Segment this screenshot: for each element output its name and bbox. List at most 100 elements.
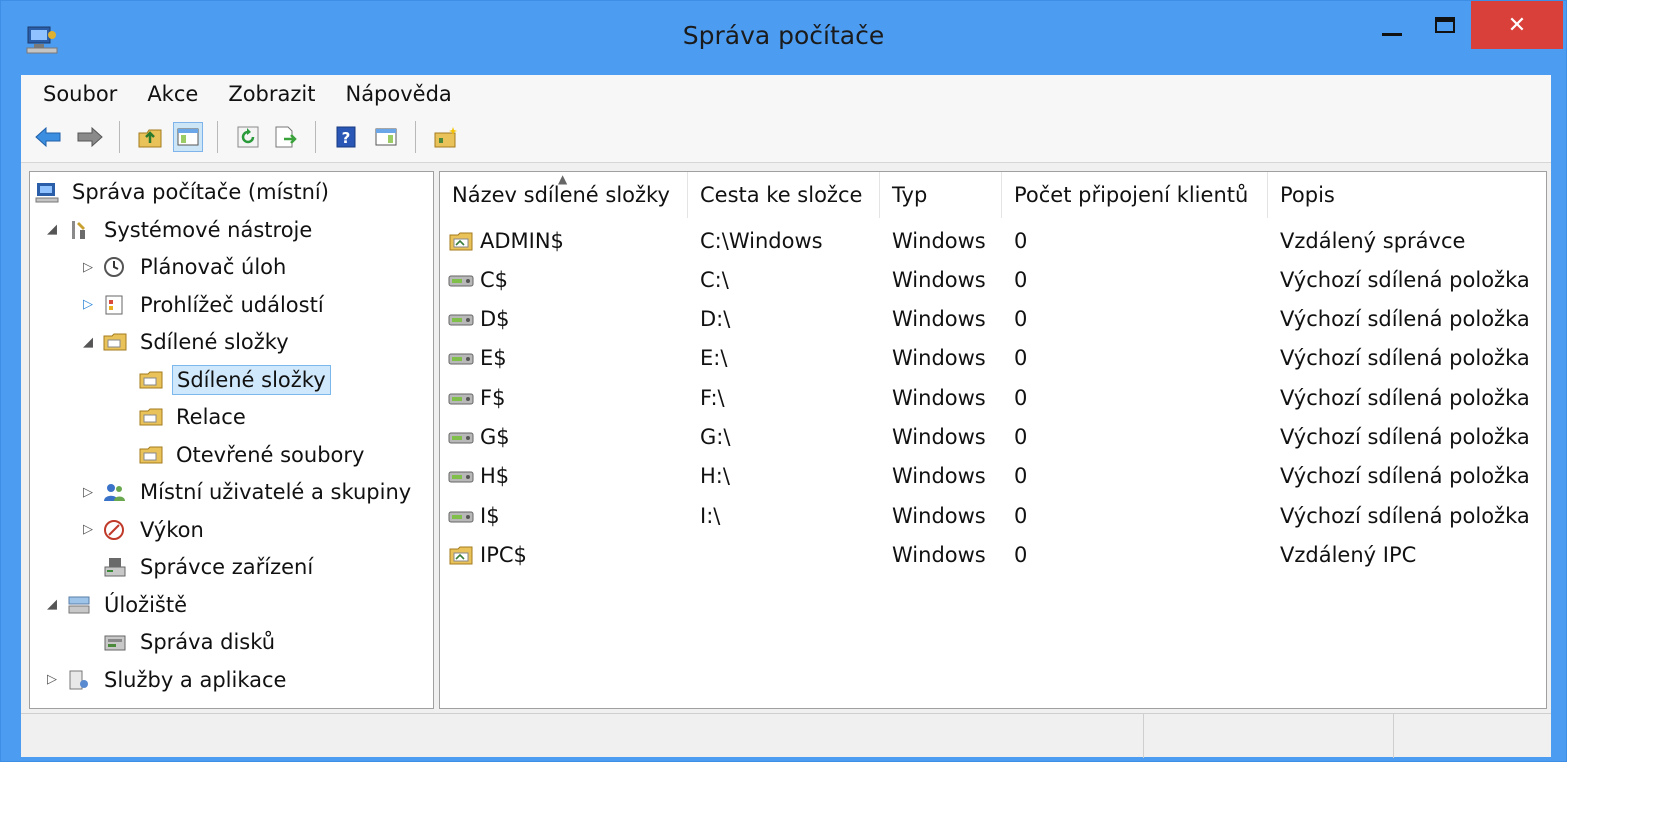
help-icon: ? (336, 126, 356, 148)
help-button[interactable]: ? (331, 122, 361, 152)
tree-node-label: Sdílené složky (140, 330, 289, 354)
shared-folder-icon (103, 333, 127, 351)
back-button[interactable] (33, 122, 63, 152)
share-row[interactable]: G$ G:\ Windows 0 Výchozí sdílená položka (440, 418, 1546, 457)
close-button[interactable]: ✕ (1471, 1, 1563, 49)
tree-node[interactable]: Správa počítače (místní) (34, 174, 333, 210)
client-connections-cell: 0 (1014, 267, 1028, 292)
sort-ascending-icon: ▲ (558, 172, 568, 186)
type-cell: Windows (892, 267, 986, 292)
menu-view[interactable]: Zobrazit (228, 82, 315, 106)
expand-arrow-icon[interactable]: ▷ (80, 260, 96, 275)
client-connections-cell: 0 (1014, 464, 1028, 489)
forward-button[interactable] (75, 122, 105, 152)
description-cell: Vzdálený IPC (1280, 542, 1417, 567)
column-header-description[interactable]: Popis (1268, 172, 1546, 218)
computer-management-window: Správa počítače ✕ Soubor Akce Zobrazit N… (0, 0, 1567, 762)
expand-arrow-icon[interactable]: ▷ (80, 522, 96, 537)
shared-drive-icon (448, 393, 474, 405)
export-list-button[interactable] (271, 122, 301, 152)
status-bar-segment (1143, 714, 1394, 758)
description-cell: Výchozí sdílená položka (1280, 267, 1530, 292)
share-row[interactable]: I$ I:\ Windows 0 Výchozí sdílená položka (440, 496, 1546, 535)
share-name: IPC$ (480, 542, 527, 567)
tree-node[interactable]: ▷ Výkon (80, 512, 208, 548)
shared-folder-icon (449, 232, 473, 250)
expand-arrow-icon[interactable]: ▷ (44, 672, 60, 687)
description-cell: Výchozí sdílená položka (1280, 307, 1530, 332)
client-connections-cell: 0 (1014, 542, 1028, 567)
up-folder-icon (138, 129, 162, 148)
type-cell: Windows (892, 464, 986, 489)
share-row[interactable]: H$ H:\ Windows 0 Výchozí sdílená položka (440, 457, 1546, 496)
up-one-level-button[interactable] (135, 122, 165, 152)
tree-node-icon (102, 555, 128, 579)
tree-node[interactable]: ◢ Úložiště (44, 587, 191, 623)
close-icon: ✕ (1507, 12, 1527, 38)
event-viewer-icon (105, 295, 123, 314)
tree-node-icon (138, 443, 164, 467)
share-row[interactable]: D$ D:\ Windows 0 Výchozí sdílená položka (440, 300, 1546, 339)
tree-node-label: Místní uživatelé a skupiny (140, 480, 412, 504)
description-cell: Výchozí sdílená položka (1280, 346, 1530, 371)
minimize-button[interactable] (1367, 1, 1417, 49)
tree-node[interactable]: ◢ Sdílené složky (80, 324, 293, 360)
clock-icon (104, 257, 124, 277)
description-cell: Vzdálený správce (1280, 228, 1466, 253)
expand-arrow-icon[interactable]: ▷ (80, 485, 96, 500)
tree-node-icon (102, 518, 128, 542)
description-cell: Výchozí sdílená položka (1280, 425, 1530, 449)
show-hide-action-pane-button[interactable] (371, 122, 401, 152)
tree-node[interactable]: ▷ Služby a aplikace (44, 662, 290, 698)
tree-node[interactable]: Otevřené soubory (116, 437, 368, 473)
window-title: Správa počítače (682, 21, 885, 50)
shares-list[interactable]: Název sdílené složky ▲ Cesta ke složce T… (439, 171, 1547, 709)
tree-node[interactable]: Relace (116, 399, 250, 435)
share-name: ADMIN$ (480, 228, 564, 253)
console-tree[interactable]: Správa počítače (místní) ◢ Systémové nástr… (29, 171, 434, 709)
show-hide-console-tree-button[interactable] (173, 122, 203, 152)
expand-arrow-icon[interactable]: ▷ (80, 297, 96, 312)
tree-node-icon (66, 218, 92, 242)
menu-file[interactable]: Soubor (43, 82, 117, 106)
folder-path-cell: F:\ (700, 385, 725, 410)
new-share-button[interactable] (431, 122, 461, 152)
tree-node[interactable]: ▷ Prohlížeč událostí (80, 287, 328, 323)
type-cell: Windows (892, 385, 986, 410)
share-row[interactable]: ADMIN$ C:\Windows Windows 0 Vzdálený správce (440, 221, 1546, 260)
tree-node[interactable]: Správa disků (80, 624, 279, 660)
menu-bar: Soubor Akce Zobrazit Nápověda (21, 75, 1551, 113)
share-row[interactable]: E$ E:\ Windows 0 Výchozí sdílená položka (440, 339, 1546, 378)
disk-management-icon (104, 635, 126, 651)
type-cell: Windows (892, 228, 986, 253)
share-row[interactable]: IPC$ Windows 0 Vzdálený IPC (440, 535, 1546, 574)
share-row[interactable]: C$ C:\ Windows 0 Výchozí sdílená položka (440, 260, 1546, 299)
column-header-type[interactable]: Typ (880, 172, 1002, 218)
folder-path-cell: H:\ (700, 464, 730, 489)
menu-action[interactable]: Akce (147, 82, 198, 106)
collapse-arrow-icon[interactable]: ◢ (44, 597, 60, 612)
maximize-button[interactable] (1419, 1, 1471, 49)
tree-node[interactable]: ◢ Systémové nástroje (44, 212, 316, 248)
menu-help[interactable]: Nápověda (345, 82, 451, 106)
title-bar[interactable]: Správa počítače ✕ (1, 1, 1566, 75)
share-row[interactable]: F$ F:\ Windows 0 Výchozí sdílená položka (440, 378, 1546, 417)
tree-node[interactable]: ▷ Místní uživatelé a skupiny (80, 474, 415, 510)
column-header-client-connections[interactable]: Počet připojení klientů (1002, 172, 1268, 218)
shared-drive-icon (448, 511, 474, 523)
refresh-button[interactable] (233, 122, 263, 152)
tree-node[interactable]: Sdílené složky (116, 362, 331, 398)
tree-node-icon (66, 593, 92, 617)
client-connections-cell: 0 (1014, 307, 1028, 332)
tree-node[interactable]: Správce zařízení (80, 549, 317, 585)
tree-node[interactable]: ▷ Plánovač úloh (80, 249, 290, 285)
column-header-share-name[interactable]: Název sdílené složky ▲ (440, 172, 688, 218)
column-header-folder-path[interactable]: Cesta ke složce (688, 172, 880, 218)
show-hide-tree-icon (177, 128, 199, 146)
computer-management-icon (35, 183, 59, 203)
tree-node-icon (102, 330, 128, 354)
collapse-arrow-icon[interactable]: ◢ (44, 222, 60, 237)
maximize-icon (1435, 17, 1455, 33)
status-bar (21, 713, 1551, 758)
collapse-arrow-icon[interactable]: ◢ (80, 335, 96, 350)
